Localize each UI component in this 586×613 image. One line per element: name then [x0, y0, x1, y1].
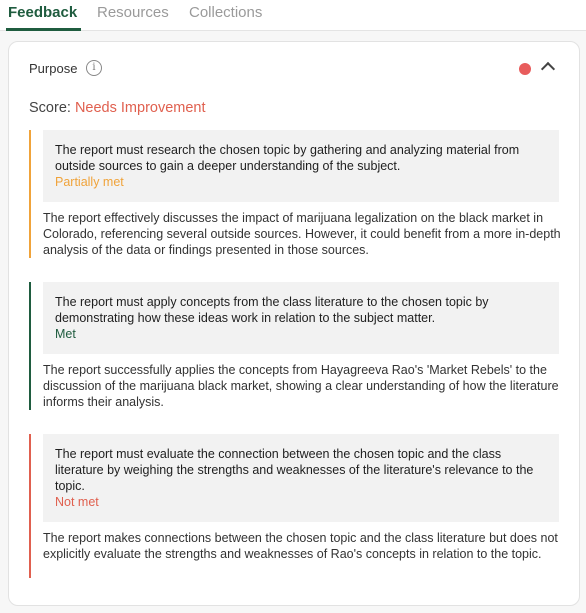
criterion-item: The report must evaluate the connection …: [29, 434, 559, 578]
criterion-status-bar: [29, 130, 31, 258]
criterion-item: The report must research the chosen topi…: [29, 130, 561, 258]
criterion-description: The report effectively discusses the imp…: [43, 211, 561, 257]
criterion-requirement: The report must evaluate the connection …: [55, 447, 534, 493]
tab-feedback[interactable]: Feedback: [8, 4, 77, 21]
score-value: Needs Improvement: [74, 100, 206, 116]
criterion-status-bar: [29, 434, 31, 578]
criterion-requirement: The report must apply concepts from the …: [55, 295, 489, 325]
tab-collections[interactable]: Collections: [189, 4, 262, 21]
tab-resources[interactable]: Resources: [97, 4, 169, 21]
info-icon[interactable]: i: [86, 60, 102, 76]
criterion-description: The report makes connections between the…: [43, 531, 558, 561]
status-indicator-dot: [519, 63, 531, 75]
chevron-up-icon[interactable]: [540, 61, 556, 77]
score-label: Score:: [29, 100, 71, 116]
criterion-description: The report successfully applies the conc…: [43, 363, 559, 409]
criterion-status: Not met: [55, 495, 99, 509]
criterion-status-bar: [29, 282, 31, 410]
feedback-card: Purpose i Score: Needs Improvement The r…: [8, 41, 580, 606]
criterion-requirement: The report must research the chosen topi…: [55, 143, 520, 173]
tab-bar: Feedback Resources Collections: [0, 0, 586, 31]
criterion-status: Met: [55, 327, 76, 341]
active-tab-indicator: [6, 28, 81, 31]
criterion-item: The report must apply concepts from the …: [29, 282, 559, 410]
criterion-requirement-box: The report must evaluate the connection …: [43, 434, 559, 522]
criterion-requirement-box: The report must research the chosen topi…: [43, 130, 559, 202]
section-title: Purpose: [29, 61, 78, 76]
score-line: Score: Needs Improvement: [29, 100, 206, 116]
criterion-status: Partially met: [55, 175, 124, 189]
criterion-requirement-box: The report must apply concepts from the …: [43, 282, 559, 354]
tab-bar-divider: [0, 30, 586, 31]
